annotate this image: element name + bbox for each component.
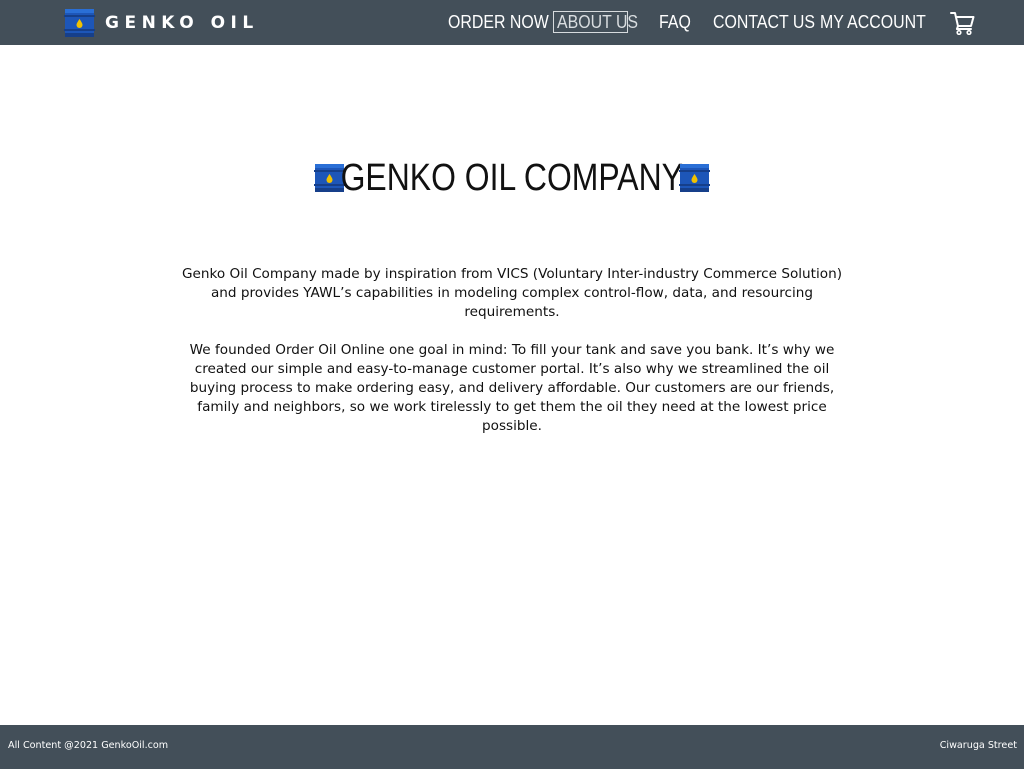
page-title: GENKO OIL COMPANY bbox=[340, 157, 684, 199]
nav-my-account[interactable]: MY ACCOUNT bbox=[820, 10, 926, 34]
nav-faq[interactable]: FAQ bbox=[659, 10, 691, 34]
oil-barrel-icon bbox=[678, 162, 711, 194]
oil-barrel-icon bbox=[64, 7, 95, 39]
footer: All Content @2021 GenkoOil.com Ciwaruga … bbox=[0, 725, 1024, 769]
about-content: Genko Oil Company made by inspiration fr… bbox=[170, 265, 854, 436]
nav-contact-us[interactable]: CONTACT US bbox=[713, 10, 815, 34]
about-paragraph: We founded Order Oil Online one goal in … bbox=[189, 342, 835, 434]
footer-address: Ciwaruga Street bbox=[939, 740, 1017, 751]
shopping-cart-icon[interactable] bbox=[950, 11, 975, 36]
navbar: GENKO OIL ORDER NOW ABOUT US FAQ CONTACT… bbox=[0, 0, 1024, 45]
footer-copyright: All Content @2021 GenkoOil.com bbox=[8, 740, 169, 751]
about-paragraph: Genko Oil Company made by inspiration fr… bbox=[181, 266, 843, 320]
page-title-row: GENKO OIL COMPANY bbox=[0, 152, 1024, 204]
brand-name: GENKO OIL bbox=[105, 13, 259, 33]
nav-about-us[interactable]: ABOUT US bbox=[557, 10, 638, 34]
brand-logo-link[interactable]: GENKO OIL bbox=[64, 7, 259, 39]
nav-order-now[interactable]: ORDER NOW bbox=[448, 10, 549, 34]
